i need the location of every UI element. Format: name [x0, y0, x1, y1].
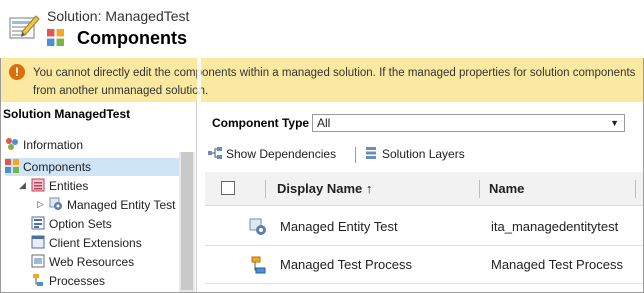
sidebar-item-components[interactable]: Components	[5, 158, 179, 176]
column-separator[interactable]	[265, 180, 266, 198]
page-header: Solution: ManagedTest Components	[0, 0, 644, 58]
table-row[interactable]: Managed Test Process Managed Test Proces…	[205, 246, 643, 284]
solution-layers-label: Solution Layers	[382, 147, 465, 161]
component-type-label: Component Type	[212, 116, 310, 130]
sidebar-item-label: Web Resources	[49, 255, 135, 269]
sidebar-item-label: Information	[23, 138, 84, 152]
dependencies-icon	[208, 147, 222, 159]
entity-gear-icon	[49, 197, 62, 210]
solution-icon	[9, 15, 40, 39]
cell-name: Managed Test Process	[491, 257, 623, 272]
column-header-display-name[interactable]: Display Name ↑	[277, 181, 372, 196]
entity-gear-icon	[249, 218, 266, 235]
warning-text: You cannot directly edit the components …	[33, 64, 643, 100]
client-extensions-icon	[31, 235, 45, 249]
toolbar-separator	[355, 147, 356, 163]
warning-line-2: from another unmanaged solution.	[33, 85, 209, 97]
chevron-down-icon: ▼	[610, 118, 619, 128]
sidebar-scrollbar-thumb[interactable]	[181, 152, 193, 290]
sidebar-item-entities[interactable]: Entities	[31, 177, 88, 195]
process-icon	[251, 256, 266, 274]
component-type-value: All	[317, 116, 331, 130]
warning-circle-icon: !	[9, 64, 25, 80]
column-header-name[interactable]: Name	[489, 181, 524, 196]
screenshot-seam	[197, 58, 201, 102]
table-row[interactable]: Managed Entity Test ita_managedentitytes…	[205, 208, 643, 246]
grid-toolbar: Show Dependencies Solution Layers	[206, 145, 626, 165]
warning-line-1: You cannot directly edit the components …	[33, 67, 636, 79]
layers-icon	[366, 147, 376, 159]
grid-header: Display Name ↑ Name	[205, 172, 643, 206]
sidebar-item-label: Components	[23, 160, 92, 174]
show-dependencies-label: Show Dependencies	[226, 147, 337, 161]
option-sets-icon	[31, 216, 45, 230]
sidebar-item-label: Managed Entity Test	[67, 198, 176, 212]
cell-display-name: Managed Test Process	[280, 257, 412, 272]
sidebar-item-label: Entities	[49, 179, 89, 193]
page-title: Components	[77, 28, 187, 48]
components-panel: Component Type All ▼ Show Dependencies S…	[200, 102, 643, 292]
column-separator[interactable]	[635, 180, 636, 198]
sidebar-item-managed-entity-test[interactable]: Managed Entity Test	[49, 196, 176, 214]
solution-layers-button[interactable]: Solution Layers	[364, 147, 465, 161]
tree-collapse-icon[interactable]: ◢	[19, 180, 26, 191]
sidebar-title: Solution ManagedTest	[3, 107, 131, 121]
entities-icon	[31, 178, 45, 192]
sidebar-item-web-resources[interactable]: Web Resources	[31, 253, 134, 271]
sidebar-item-label: Processes	[49, 274, 106, 288]
sidebar-item-processes[interactable]: Processes	[31, 272, 105, 290]
tree-expand-icon[interactable]: ▷	[37, 199, 44, 210]
component-type-select[interactable]: All ▼	[312, 114, 625, 132]
show-dependencies-button[interactable]: Show Dependencies	[208, 147, 336, 161]
select-all-checkbox[interactable]	[221, 181, 235, 195]
components-icon	[5, 159, 19, 173]
sidebar-item-label: Client Extensions	[49, 236, 142, 250]
sidebar-item-client-extensions[interactable]: Client Extensions	[31, 234, 142, 252]
managed-solution-warning: ! You cannot directly edit the component…	[1, 58, 643, 102]
column-separator[interactable]	[479, 180, 480, 198]
solution-label: Solution: ManagedTest	[47, 8, 190, 24]
sidebar-item-label: Option Sets	[49, 217, 112, 231]
cell-name: ita_managedentitytest	[491, 219, 619, 234]
cell-display-name: Managed Entity Test	[280, 219, 398, 234]
sidebar-item-option-sets[interactable]: Option Sets	[31, 215, 112, 233]
solution-sidebar: Solution ManagedTest Information Compone…	[1, 102, 197, 292]
components-icon	[47, 29, 64, 46]
sidebar-item-information[interactable]: Information	[5, 136, 83, 154]
information-icon	[6, 138, 18, 150]
web-resources-icon	[31, 254, 45, 268]
processes-icon	[33, 274, 43, 286]
